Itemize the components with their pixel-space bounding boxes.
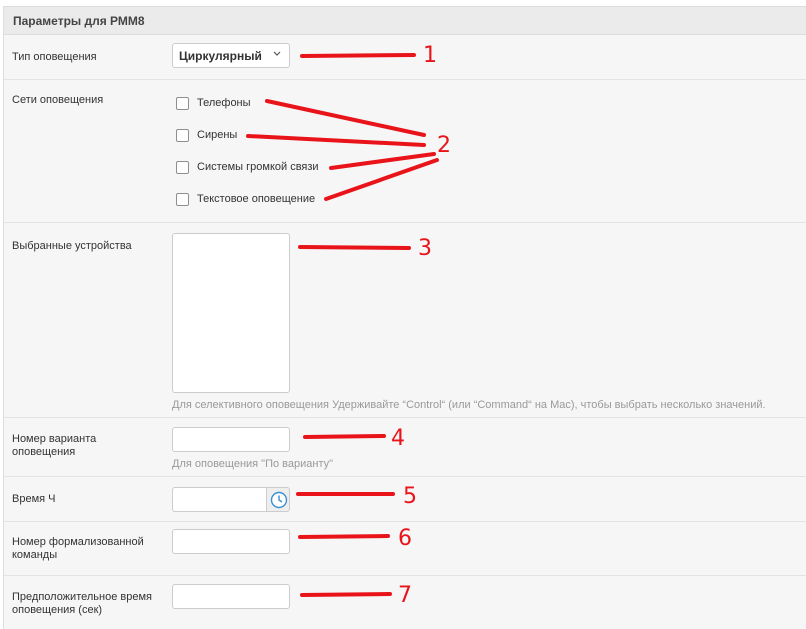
devices-label: Выбранные устройства: [12, 240, 132, 252]
chevron-down-icon: [273, 51, 281, 56]
checkbox-label: Системы громкой связи: [197, 161, 319, 173]
row-devices: Выбранные устройства Для селективного оп…: [4, 223, 806, 418]
devices-multiselect[interactable]: [172, 233, 290, 393]
alert-type-label: Тип оповещения: [12, 51, 97, 63]
panel-header: Параметры для РММ8: [4, 7, 806, 35]
checkbox-text[interactable]: [176, 193, 189, 206]
annotation-number-3: 3: [418, 236, 432, 261]
variant-input[interactable]: [172, 427, 290, 452]
time-input[interactable]: [172, 487, 266, 512]
checkbox-label: Текстовое оповещение: [197, 193, 316, 205]
alert-type-select[interactable]: Циркулярный: [172, 43, 290, 68]
devices-help-text: Для селективного оповещения Удерживайте …: [172, 399, 766, 411]
row-variant: Номер варианта оповещения Для оповещения…: [4, 418, 806, 477]
command-input[interactable]: [172, 529, 290, 554]
duration-label: Предположительное время оповещения (сек): [12, 591, 152, 616]
checkbox-sirens[interactable]: [176, 129, 189, 142]
checkbox-loudspeakers[interactable]: [176, 161, 189, 174]
variant-help-text: Для оповещения "По варианту": [172, 458, 334, 470]
clock-icon: [270, 491, 288, 509]
annotation-number-6: 6: [398, 526, 412, 551]
row-networks: Сети оповещения Телефоны Сирены Системы …: [4, 80, 806, 223]
annotation-number-5: 5: [403, 484, 417, 509]
command-label: Номер формализованной команды: [12, 536, 144, 561]
annotation-number-7: 7: [398, 583, 412, 608]
annotation-number-2: 2: [437, 133, 451, 158]
time-picker-button[interactable]: [266, 487, 290, 512]
networks-label: Сети оповещения: [12, 94, 104, 106]
time-label: Время Ч: [12, 493, 56, 505]
row-alert-type: Тип оповещения Циркулярный: [4, 35, 806, 80]
annotation-number-1: 1: [423, 43, 437, 68]
checkbox-label: Сирены: [197, 129, 238, 141]
checkbox-phones[interactable]: [176, 97, 189, 110]
panel-title: Параметры для РММ8: [13, 14, 145, 28]
annotation-number-4: 4: [391, 426, 405, 451]
variant-label: Номер варианта оповещения: [12, 433, 97, 458]
checkbox-label: Телефоны: [197, 97, 251, 109]
duration-input[interactable]: [172, 584, 290, 609]
alert-type-selected: Циркулярный: [179, 49, 262, 63]
